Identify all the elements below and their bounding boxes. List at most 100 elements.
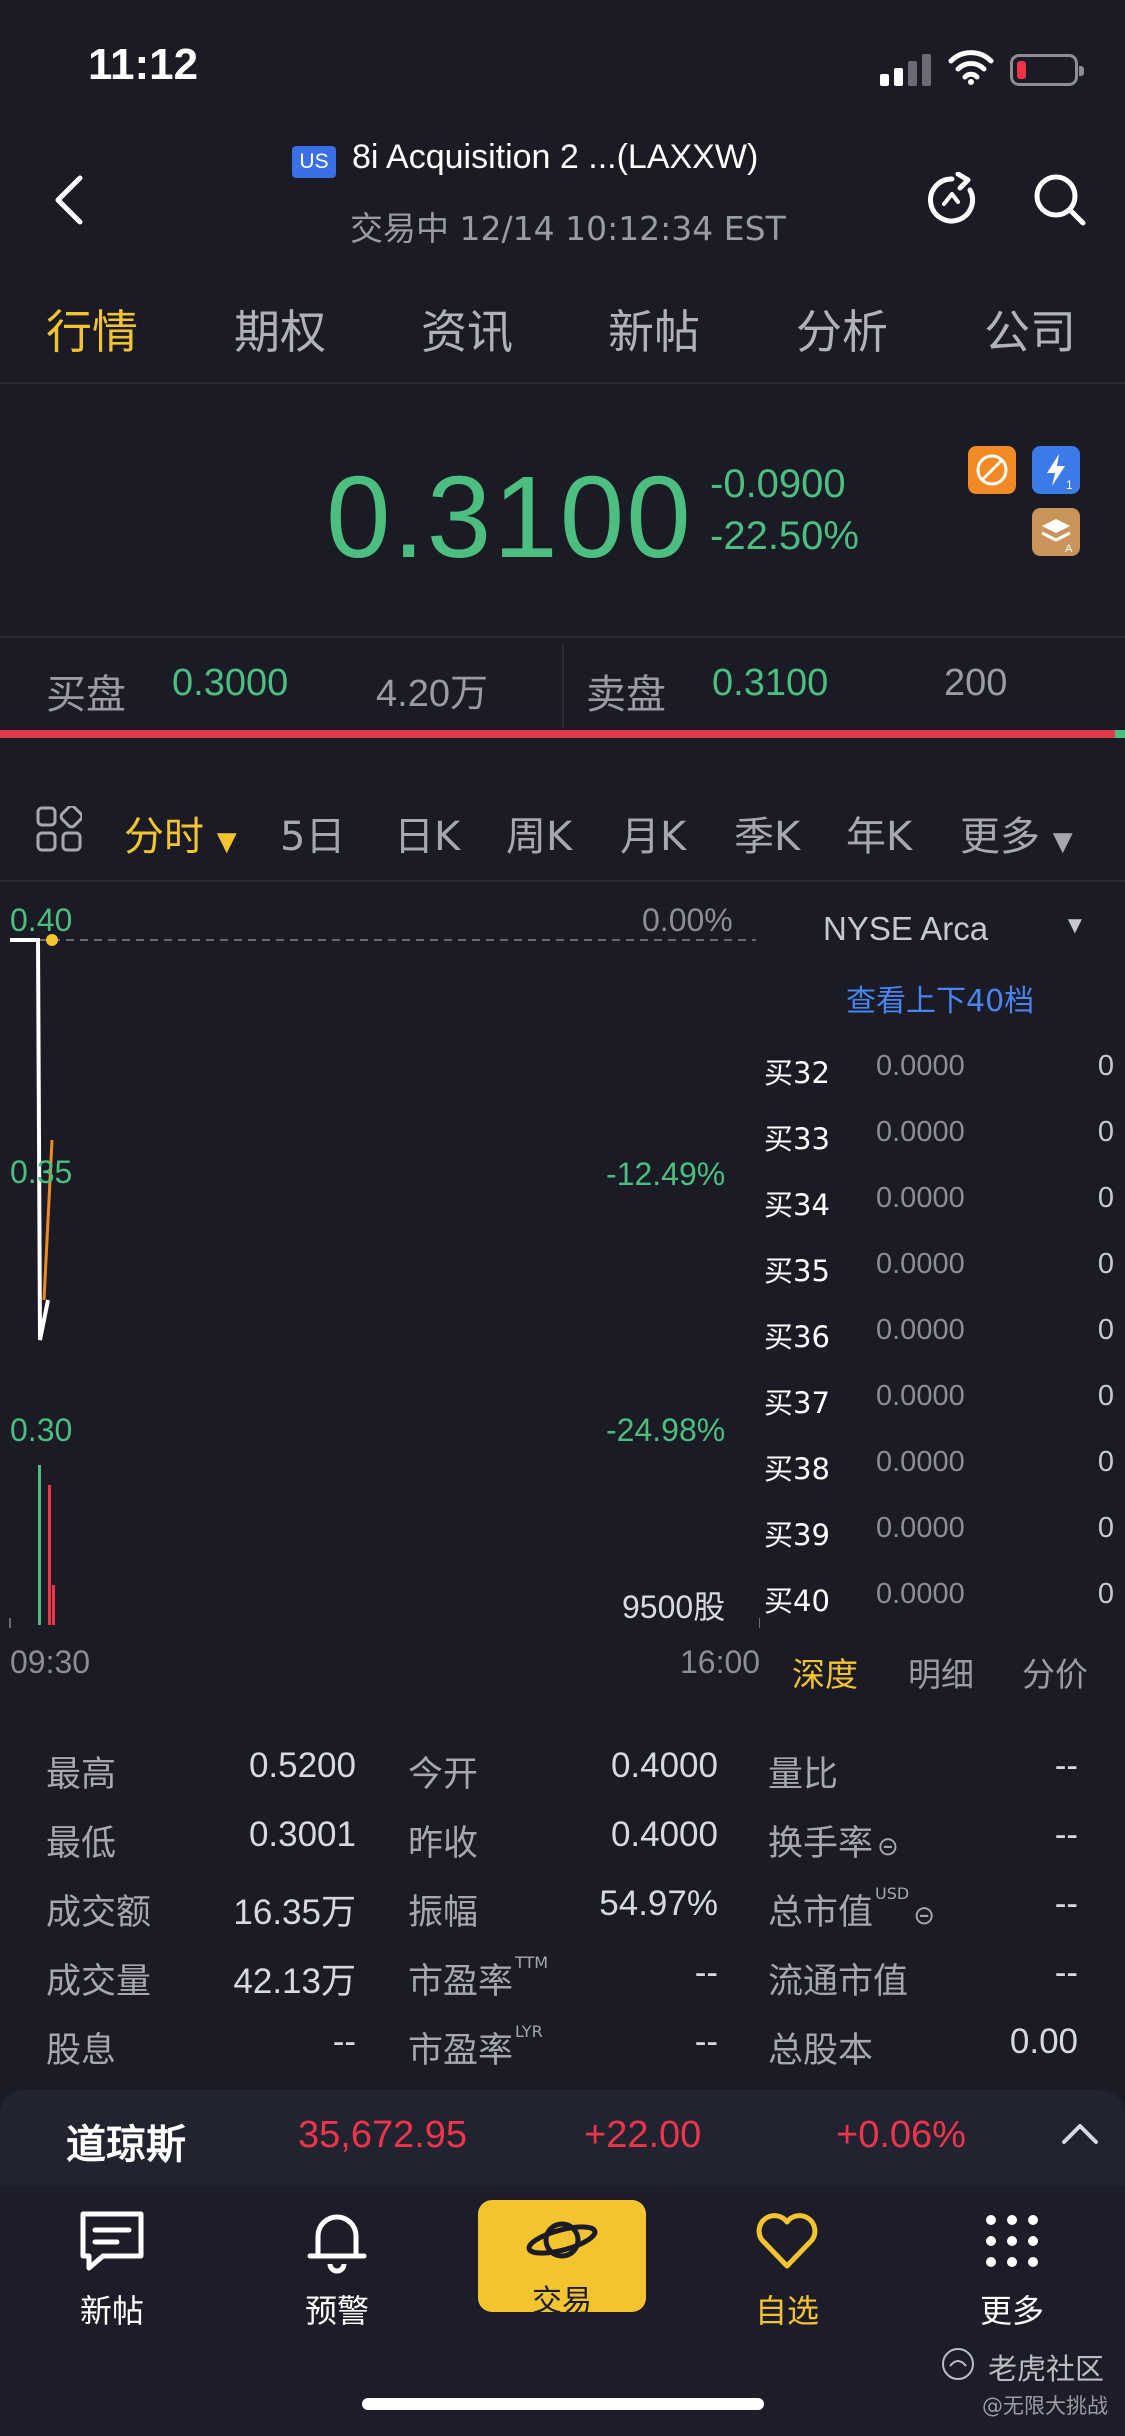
svg-text:1: 1 [1066,478,1073,492]
level-volume: 0 [1097,1512,1114,1544]
level-volume: 0 [1097,1446,1114,1478]
level-label: 买37 [764,1386,830,1420]
level-volume: 0 [1097,1116,1114,1148]
nav-watchlist[interactable]: 自选 [712,2206,862,2332]
info-icon[interactable]: ⊝ [913,1901,935,1931]
time-start: 09:30 [10,1644,91,1680]
view-40-levels-link[interactable]: 查看上下40档 [846,976,1034,1020]
stat-label: 成交量 [46,1962,152,2002]
nav-posts[interactable]: 新帖 [37,2206,187,2332]
level-label: 买33 [764,1122,830,1156]
tab-options[interactable]: 期权 [234,296,326,362]
stat-value: -- [1054,1884,1078,1923]
price-label-mid: 0.35 [10,1154,73,1190]
stat-label-suffix: USD [875,1884,910,1903]
period-tab-5d[interactable]: 5日 [280,804,345,862]
stat-label: 流通市值 [768,1962,909,2002]
stat-label: 市盈率 LYR [408,2022,543,2071]
stat-value: 0.00 [1009,2022,1078,2061]
price-label-high: 0.40 [10,902,73,938]
tab-company[interactable]: 公司 [984,296,1076,362]
level-volume: 0 [1097,1380,1114,1412]
order-book-row: 买38 0.0000 0 [764,1446,1114,1486]
level-label: 买34 [764,1188,830,1222]
nav-label: 交易 [532,2284,592,2319]
tab-depth[interactable]: 深度 [792,1648,858,1696]
pct-label-high: 0.00% [642,902,733,938]
level-volume: 0 [1097,1182,1114,1214]
stat-label: 换手率 ⊝ [768,1824,899,1864]
price-line [10,938,50,1341]
order-book-row: 买35 0.0000 0 [764,1248,1114,1288]
grid-layout-icon[interactable] [36,806,82,852]
tab-news[interactable]: 资讯 [421,296,513,362]
period-tab-daily[interactable]: 日K [394,804,460,862]
search-icon[interactable] [1030,170,1088,228]
stat-value: 0.5200 [248,1746,356,1785]
flash-icon[interactable]: 1 [1032,446,1080,494]
nav-label: 预警 [304,2292,369,2330]
bid-price: 0.3000 [172,662,289,704]
wifi-icon [948,50,994,85]
home-indicator[interactable] [362,2398,764,2410]
stat-value: 0.4000 [610,1746,718,1785]
period-tab-intraday[interactable]: 分时 ▼ [124,804,237,862]
stat-label: 昨收 [408,1824,479,1864]
stat-label: 最低 [46,1824,117,1864]
stock-title[interactable]: 8i Acquisition 2 ...(LAXXW) [352,138,758,177]
no-shorting-icon[interactable] [968,446,1016,494]
level-price: 0.0000 [876,1248,965,1280]
period-tab-yearly[interactable]: 年K [846,804,912,862]
back-arrow-icon[interactable] [50,172,90,228]
period-tab-quarterly[interactable]: 季K [734,804,800,862]
stat-value: 0.4000 [610,1815,718,1854]
stat-label: 今开 [408,1755,479,1795]
level-price: 0.0000 [876,1380,965,1412]
stat-value: 0.3001 [248,1815,356,1854]
tabs-divider [0,382,1125,384]
order-book-row: 买36 0.0000 0 [764,1314,1114,1354]
ask-size: 200 [944,662,1008,704]
info-icon[interactable]: ⊝ [877,1832,899,1862]
chevron-up-icon[interactable] [1060,2120,1100,2146]
chat-icon [80,2211,144,2271]
tab-posts[interactable]: 新帖 [608,296,700,362]
stat-label: 总股本 [768,2031,874,2071]
level-label: 买36 [764,1320,830,1354]
stat-value: -- [1054,1953,1078,1992]
bell-icon [307,2214,367,2274]
level-price: 0.0000 [876,1578,965,1610]
nav-alerts[interactable]: 预警 [262,2206,412,2332]
order-book-row: 买33 0.0000 0 [764,1116,1114,1156]
stat-value: -- [694,2022,718,2061]
index-value: 35,672.95 [298,2114,468,2156]
stat-value: 54.97% [599,1884,718,1923]
nav-trade[interactable]: 交易 [478,2200,646,2319]
layers-icon[interactable]: A [1032,508,1080,556]
order-book-row: 买39 0.0000 0 [764,1512,1114,1552]
order-book-row: 买37 0.0000 0 [764,1380,1114,1420]
tab-analysis[interactable]: 分析 [796,296,888,362]
tab-details[interactable]: 明细 [908,1648,974,1696]
period-tab-monthly[interactable]: 月K [620,804,686,862]
refresh-icon[interactable] [924,172,980,228]
caret-down-icon: ▼ [1063,912,1087,939]
period-tab-more[interactable]: 更多 ▼ [960,804,1073,862]
level-label: 买38 [764,1452,830,1486]
exchange-select[interactable]: NYSE Arca ▼ [823,910,1087,948]
intraday-chart[interactable] [0,890,760,1670]
stat-value: 42.13万 [233,1962,356,2001]
stat-label: 总市值 USD⊝ [768,1884,935,1933]
quote-divider [0,636,1125,638]
tab-quotes[interactable]: 行情 [46,296,138,362]
bid-label: 买盘 [46,672,126,718]
nav-more[interactable]: 更多 [937,2206,1087,2332]
level-volume: 0 [1097,1248,1114,1280]
period-tab-weekly[interactable]: 周K [506,804,572,862]
stat-label: 股息 [46,2031,117,2071]
heart-icon [756,2213,818,2269]
status-time: 11:12 [88,40,199,89]
level-price: 0.0000 [876,1116,965,1148]
tab-price-dist[interactable]: 分价 [1022,1648,1088,1696]
tiger-logo-icon [942,2348,974,2380]
